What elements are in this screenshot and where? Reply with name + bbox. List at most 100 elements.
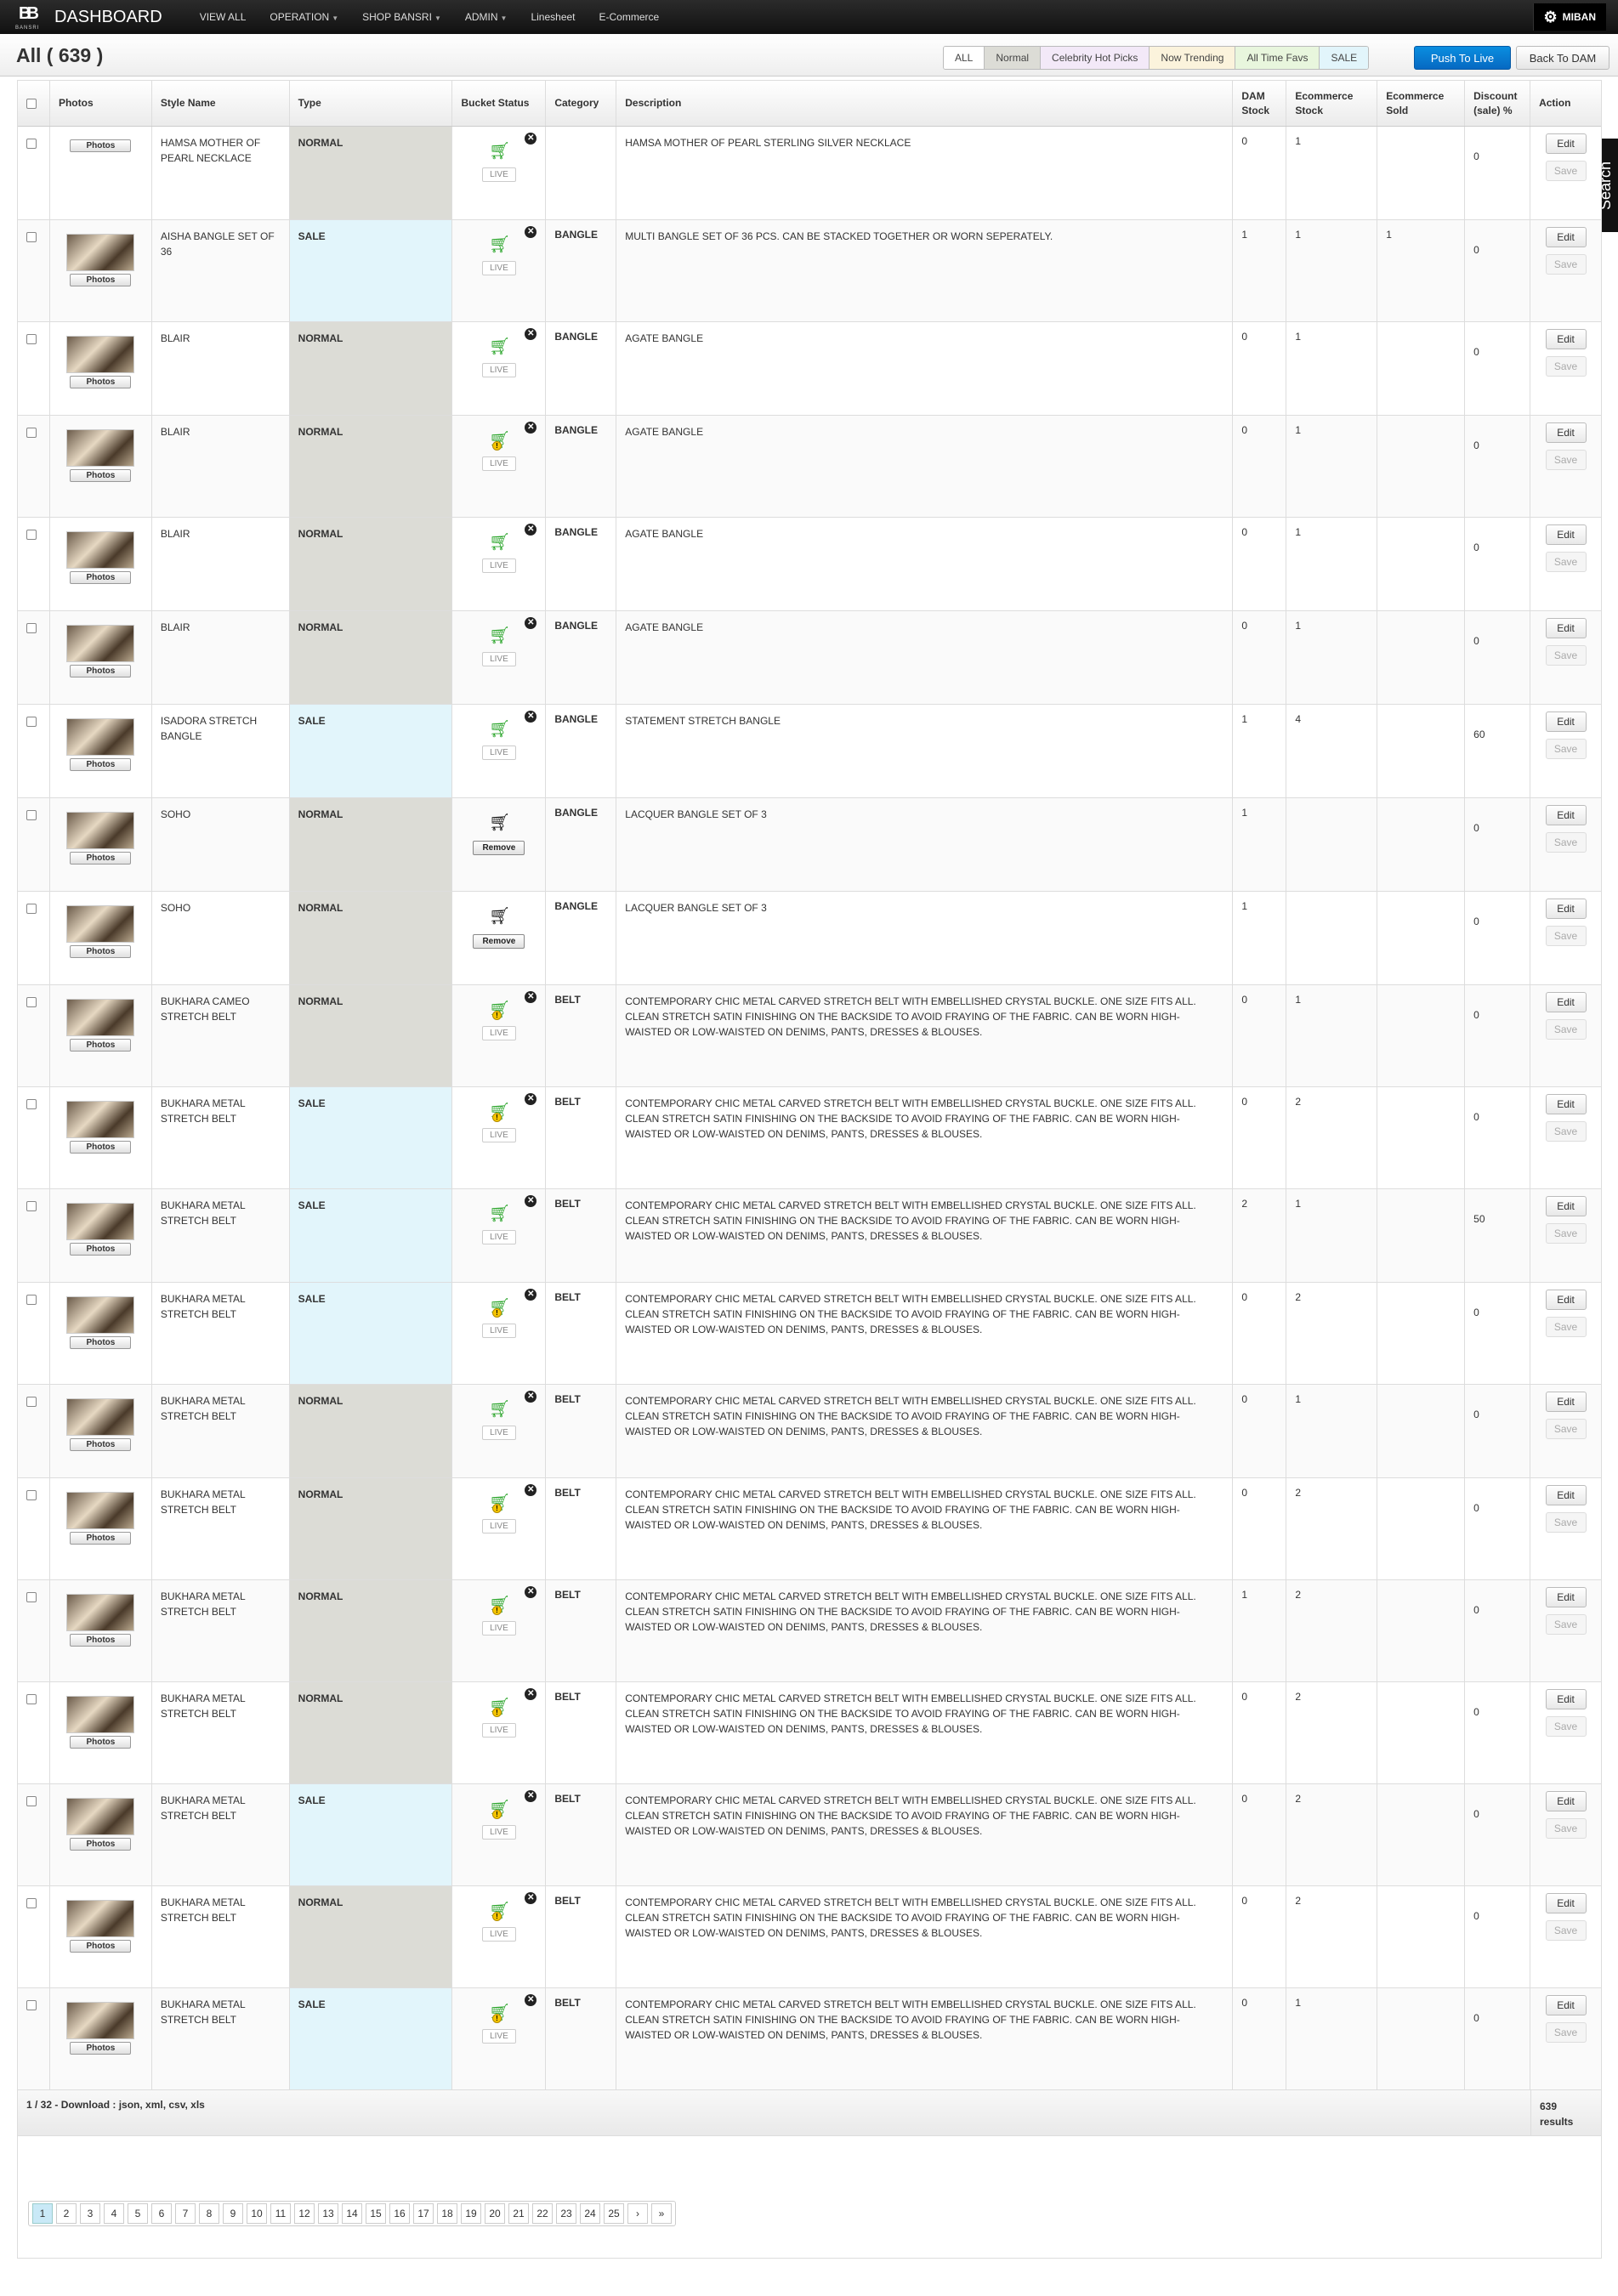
remove-x-icon[interactable]: ✕ — [525, 1586, 537, 1598]
save-button[interactable]: Save — [1545, 450, 1587, 470]
save-button[interactable]: Save — [1545, 1121, 1587, 1142]
nav-item-shop-bansri[interactable]: SHOP BANSRI ▼ — [362, 11, 441, 23]
edit-button[interactable]: Edit — [1545, 1196, 1587, 1216]
page-link[interactable]: 17 — [413, 2203, 434, 2224]
row-checkbox[interactable] — [26, 810, 37, 820]
save-button[interactable]: Save — [1545, 552, 1587, 572]
download-links[interactable]: json, xml, csv, xls — [119, 2099, 205, 2111]
edit-button[interactable]: Edit — [1545, 1485, 1587, 1505]
remove-button[interactable]: Remove — [473, 934, 525, 949]
page-link[interactable]: 15 — [366, 2203, 386, 2224]
page-link[interactable]: 9 — [223, 2203, 243, 2224]
remove-x-icon[interactable]: ✕ — [525, 226, 537, 238]
page-link[interactable]: 24 — [580, 2203, 600, 2224]
user-menu[interactable]: ⚙ MIBAN — [1532, 3, 1606, 31]
live-button[interactable]: LIVE — [482, 1621, 516, 1636]
row-checkbox[interactable] — [26, 428, 37, 438]
page-link[interactable]: 19 — [461, 2203, 481, 2224]
page-link[interactable]: 10 — [247, 2203, 267, 2224]
edit-button[interactable]: Edit — [1545, 1995, 1587, 2015]
photos-button[interactable]: Photos — [70, 1634, 132, 1647]
filter-normal[interactable]: Normal — [985, 47, 1042, 69]
row-checkbox[interactable] — [26, 1592, 37, 1602]
product-thumbnail[interactable] — [66, 905, 135, 943]
live-button[interactable]: LIVE — [482, 652, 516, 666]
live-button[interactable]: LIVE — [482, 261, 516, 275]
live-button[interactable]: LIVE — [482, 745, 516, 760]
photos-button[interactable]: Photos — [70, 1736, 132, 1749]
page-link[interactable]: 1 — [32, 2203, 53, 2224]
edit-button[interactable]: Edit — [1545, 1893, 1587, 1913]
photos-button[interactable]: Photos — [70, 376, 132, 388]
dashboard-title[interactable]: DASHBOARD — [54, 8, 162, 27]
product-thumbnail[interactable] — [66, 234, 135, 271]
save-button[interactable]: Save — [1545, 1019, 1587, 1040]
photos-button[interactable]: Photos — [70, 274, 132, 286]
page-link[interactable]: 12 — [294, 2203, 315, 2224]
save-button[interactable]: Save — [1545, 645, 1587, 666]
row-checkbox[interactable] — [26, 1694, 37, 1704]
page-link[interactable]: 23 — [556, 2203, 576, 2224]
live-button[interactable]: LIVE — [482, 167, 516, 182]
save-button[interactable]: Save — [1545, 832, 1587, 853]
page-link[interactable]: 13 — [318, 2203, 338, 2224]
photos-button[interactable]: Photos — [70, 665, 132, 677]
edit-button[interactable]: Edit — [1545, 329, 1587, 349]
brand[interactable]: BB BANSRI DASHBOARD — [15, 0, 188, 34]
remove-x-icon[interactable]: ✕ — [525, 1484, 537, 1496]
save-button[interactable]: Save — [1545, 1223, 1587, 1244]
edit-button[interactable]: Edit — [1545, 1290, 1587, 1310]
remove-x-icon[interactable]: ✕ — [525, 1892, 537, 1904]
row-checkbox[interactable] — [26, 1099, 37, 1109]
remove-x-icon[interactable]: ✕ — [525, 617, 537, 629]
remove-x-icon[interactable]: ✕ — [525, 422, 537, 434]
page-link[interactable]: 7 — [175, 2203, 196, 2224]
row-checkbox[interactable] — [26, 232, 37, 242]
edit-button[interactable]: Edit — [1545, 899, 1587, 919]
row-checkbox[interactable] — [26, 1201, 37, 1211]
save-button[interactable]: Save — [1545, 1419, 1587, 1439]
edit-button[interactable]: Edit — [1545, 422, 1587, 443]
remove-x-icon[interactable]: ✕ — [525, 1790, 537, 1802]
photos-button[interactable]: Photos — [70, 1039, 132, 1052]
page-link[interactable]: 5 — [128, 2203, 148, 2224]
live-button[interactable]: LIVE — [482, 1825, 516, 1840]
product-thumbnail[interactable] — [66, 1101, 135, 1138]
filter-sale[interactable]: SALE — [1320, 47, 1369, 69]
back-to-dam-button[interactable]: Back To DAM — [1516, 46, 1609, 70]
nav-item-operation[interactable]: OPERATION ▼ — [270, 11, 338, 23]
row-checkbox[interactable] — [26, 1295, 37, 1305]
page-link[interactable]: 2 — [56, 2203, 77, 2224]
edit-button[interactable]: Edit — [1545, 1587, 1587, 1607]
edit-button[interactable]: Edit — [1545, 992, 1587, 1012]
filter-celebrity-hot-picks[interactable]: Celebrity Hot Picks — [1041, 47, 1150, 69]
edit-button[interactable]: Edit — [1545, 524, 1587, 545]
row-checkbox[interactable] — [26, 1796, 37, 1806]
page-link[interactable]: › — [627, 2203, 648, 2224]
photos-button[interactable]: Photos — [70, 1438, 132, 1451]
nav-item-admin[interactable]: ADMIN ▼ — [465, 11, 508, 23]
page-link[interactable]: 14 — [342, 2203, 362, 2224]
remove-x-icon[interactable]: ✕ — [525, 524, 537, 536]
photos-button[interactable]: Photos — [70, 758, 132, 771]
product-thumbnail[interactable] — [66, 999, 135, 1036]
edit-button[interactable]: Edit — [1545, 227, 1587, 247]
page-link[interactable]: 3 — [80, 2203, 100, 2224]
nav-item-e-commerce[interactable]: E-Commerce — [599, 11, 660, 23]
product-thumbnail[interactable] — [66, 1594, 135, 1631]
save-button[interactable]: Save — [1545, 356, 1587, 377]
live-button[interactable]: LIVE — [482, 1426, 516, 1440]
row-checkbox[interactable] — [26, 997, 37, 1007]
save-button[interactable]: Save — [1545, 1920, 1587, 1941]
live-button[interactable]: LIVE — [482, 363, 516, 377]
product-thumbnail[interactable] — [66, 1798, 135, 1835]
photos-button[interactable]: Photos — [70, 1940, 132, 1953]
save-button[interactable]: Save — [1545, 1317, 1587, 1337]
push-to-live-button[interactable]: Push To Live — [1414, 46, 1511, 70]
product-thumbnail[interactable] — [66, 1900, 135, 1937]
row-checkbox[interactable] — [26, 1397, 37, 1407]
product-thumbnail[interactable] — [66, 1492, 135, 1529]
photos-button[interactable]: Photos — [70, 139, 132, 152]
save-button[interactable]: Save — [1545, 926, 1587, 946]
remove-x-icon[interactable]: ✕ — [525, 1093, 537, 1105]
